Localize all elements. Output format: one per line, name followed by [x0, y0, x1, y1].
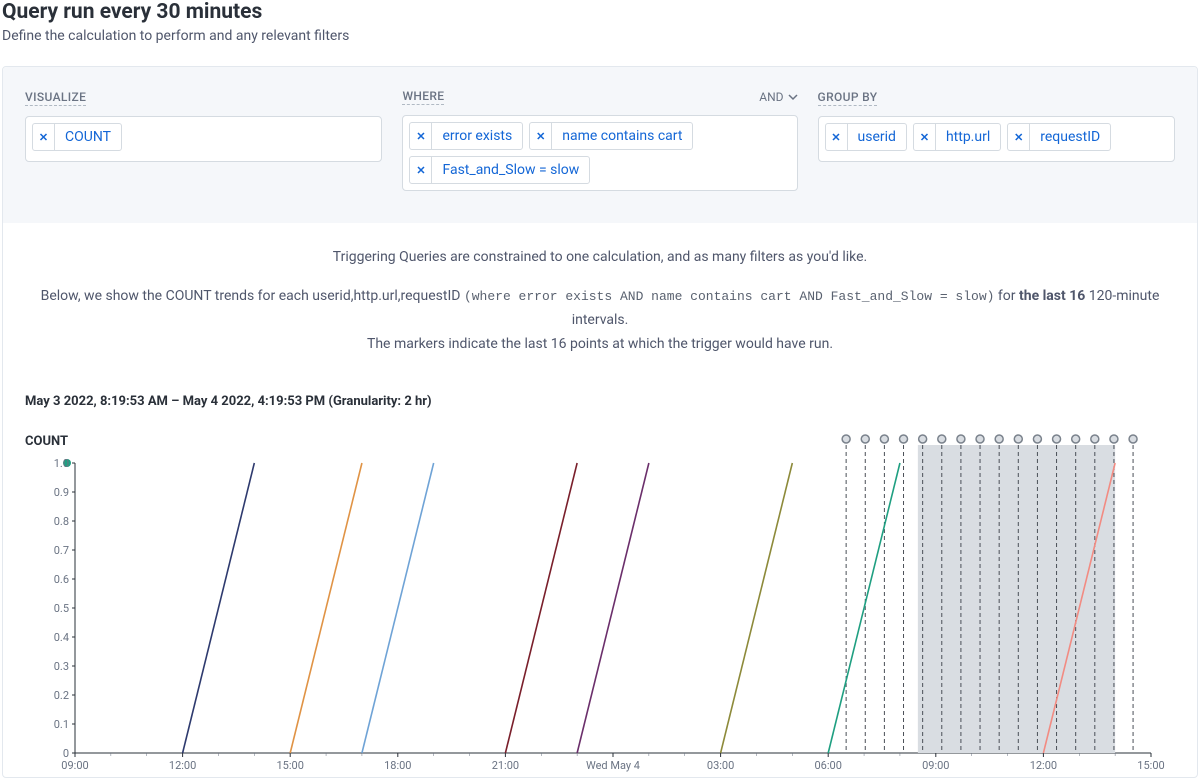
svg-text:0.2: 0.2 [54, 689, 69, 702]
explain-bold: the last 16 [1019, 288, 1085, 304]
explain-line-1: Triggering Queries are constrained to on… [27, 249, 1173, 265]
explain-mono: (where error exists AND name contains ca… [464, 289, 995, 304]
group-by-tag: ✕ requestID [1007, 123, 1111, 151]
tag-label: name contains cart [552, 123, 692, 149]
svg-text:15:00: 15:00 [276, 759, 303, 772]
remove-tag-icon[interactable]: ✕ [410, 123, 432, 149]
visualize-column: VISUALIZE ✕ COUNT [25, 89, 382, 191]
svg-text:0.5: 0.5 [54, 602, 69, 615]
where-operator-label: AND [759, 90, 783, 104]
tag-label: requestID [1030, 124, 1110, 150]
tag-label: http.url [936, 124, 1000, 150]
tag-label: COUNT [55, 124, 121, 150]
tag-label: Fast_and_Slow = slow [432, 157, 589, 183]
remove-tag-icon[interactable]: ✕ [33, 124, 55, 150]
group-by-input[interactable]: ✕ userid ✕ http.url ✕ requestID [818, 116, 1175, 162]
svg-text:0.4: 0.4 [54, 631, 69, 644]
svg-text:Wed May 4: Wed May 4 [586, 759, 640, 772]
query-panel: VISUALIZE ✕ COUNT WHERE AND [3, 67, 1197, 223]
where-label: WHERE [402, 89, 444, 105]
svg-text:0.9: 0.9 [54, 486, 69, 499]
group-by-column: GROUP BY ✕ userid ✕ http.url ✕ requestID [818, 89, 1175, 191]
tag-label: userid [848, 124, 906, 150]
remove-tag-icon[interactable]: ✕ [410, 157, 432, 183]
where-tag: ✕ name contains cart [529, 122, 693, 150]
where-input[interactable]: ✕ error exists ✕ name contains cart ✕ Fa… [402, 115, 797, 191]
svg-text:0.3: 0.3 [54, 660, 69, 673]
group-by-tag: ✕ http.url [913, 123, 1001, 151]
visualize-input[interactable]: ✕ COUNT [25, 116, 382, 162]
remove-tag-icon[interactable]: ✕ [530, 123, 552, 149]
explain-text: Below, we show the COUNT trends for each… [41, 288, 464, 304]
remove-tag-icon[interactable]: ✕ [1008, 124, 1030, 150]
svg-text:0.8: 0.8 [54, 515, 69, 528]
svg-text:1.0: 1.0 [54, 457, 69, 470]
svg-text:09:00: 09:00 [922, 759, 949, 772]
svg-text:0.7: 0.7 [54, 544, 69, 557]
query-card: VISUALIZE ✕ COUNT WHERE AND [2, 66, 1198, 778]
svg-text:15:00: 15:00 [1137, 759, 1164, 772]
chart: COUNT00.10.20.30.40.50.60.70.80.91.009:0… [25, 427, 1175, 777]
explain-line-2: Below, we show the COUNT trends for each… [27, 285, 1173, 356]
svg-text:0.6: 0.6 [54, 573, 69, 586]
group-by-label: GROUP BY [818, 90, 878, 106]
group-by-tag: ✕ userid [825, 123, 907, 151]
svg-text:21:00: 21:00 [492, 759, 519, 772]
chart-range-label: May 3 2022, 8:19:53 AM – May 4 2022, 4:1… [25, 394, 1197, 409]
svg-text:0.1: 0.1 [54, 718, 69, 731]
where-tag: ✕ error exists [409, 122, 523, 150]
page-title: Query run every 30 minutes [2, 0, 1198, 24]
svg-text:03:00: 03:00 [707, 759, 734, 772]
where-operator-toggle[interactable]: AND [759, 90, 797, 104]
where-tag: ✕ Fast_and_Slow = slow [409, 156, 590, 184]
svg-text:18:00: 18:00 [384, 759, 411, 772]
chevron-down-icon [788, 92, 798, 102]
visualize-label: VISUALIZE [25, 90, 86, 106]
chart-svg: COUNT00.10.20.30.40.50.60.70.80.91.009:0… [25, 427, 1181, 777]
svg-text:09:00: 09:00 [61, 759, 88, 772]
where-column: WHERE AND ✕ error exists ✕ name contains… [402, 89, 797, 191]
page-subtitle: Define the calculation to perform and an… [2, 28, 1198, 44]
remove-tag-icon[interactable]: ✕ [914, 124, 936, 150]
svg-text:12:00: 12:00 [1030, 759, 1057, 772]
svg-text:06:00: 06:00 [814, 759, 841, 772]
visualize-tag: ✕ COUNT [32, 123, 122, 151]
svg-text:COUNT: COUNT [25, 434, 68, 449]
explain-line-3: The markers indicate the last 16 points … [367, 336, 833, 352]
tag-label: error exists [432, 123, 522, 149]
remove-tag-icon[interactable]: ✕ [826, 124, 848, 150]
explain-text: for [994, 288, 1019, 304]
svg-text:12:00: 12:00 [169, 759, 196, 772]
